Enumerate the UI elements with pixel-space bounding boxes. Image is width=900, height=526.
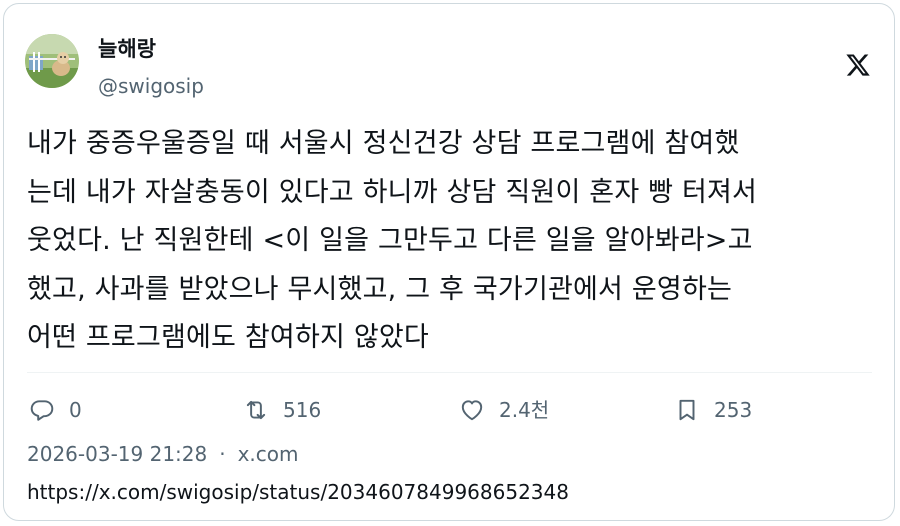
heart-icon (461, 400, 483, 421)
avatar[interactable] (25, 34, 79, 88)
avatar-photo (25, 34, 79, 88)
bookmark-button[interactable]: 253 (674, 395, 752, 425)
retweet-count: 516 (283, 398, 322, 422)
reply-button[interactable]: 0 (29, 395, 82, 425)
tweet-meta: 2026-03-19 21:28 · x.com (27, 441, 299, 467)
bookmark-count: 253 (714, 398, 753, 422)
x-logo-icon[interactable] (845, 52, 871, 78)
timestamp[interactable]: 2026-03-19 21:28 (27, 441, 207, 467)
tweet-url[interactable]: https://x.com/swigosip/status/2034607849… (27, 479, 569, 505)
divider (27, 372, 872, 373)
bookmark-icon (679, 399, 695, 421)
like-count: 2.4천 (499, 398, 550, 422)
meta-separator: · (219, 442, 226, 466)
retweet-button[interactable]: 516 (243, 395, 321, 425)
reply-icon (30, 400, 54, 421)
author-display-name[interactable]: 늘해랑 (98, 36, 156, 62)
author-handle[interactable]: @swigosip (98, 73, 204, 99)
reply-count: 0 (69, 398, 82, 422)
source-link[interactable]: x.com (238, 441, 299, 467)
like-button[interactable]: 2.4천 (459, 395, 549, 425)
retweet-icon (246, 400, 266, 420)
tweet-text: 내가 중증우울증일 때 서울시 정신건강 상담 프로그램에 참여했 는데 내가 … (27, 128, 758, 353)
